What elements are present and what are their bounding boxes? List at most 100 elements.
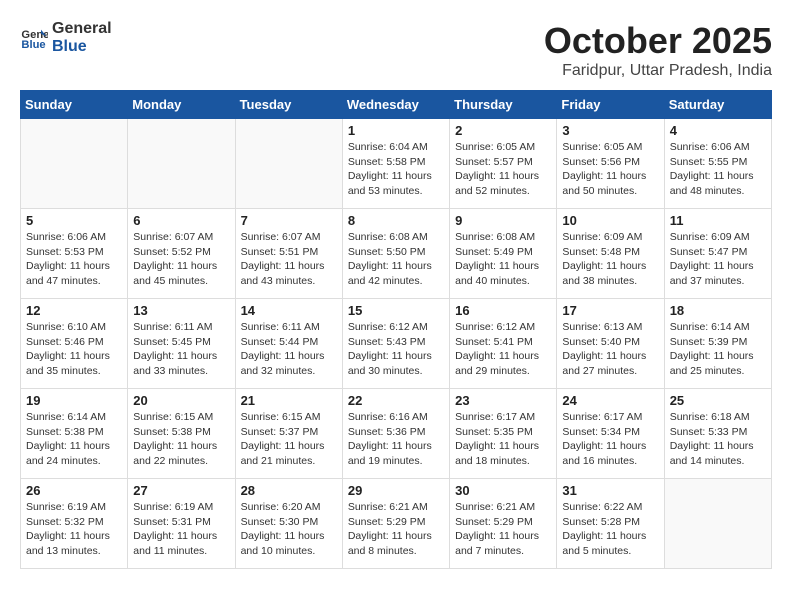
day-number: 20 [133, 393, 229, 408]
calendar-cell [235, 119, 342, 209]
day-number: 2 [455, 123, 551, 138]
day-of-week-header: Monday [128, 91, 235, 119]
day-number: 31 [562, 483, 658, 498]
day-number: 10 [562, 213, 658, 228]
day-info: Sunrise: 6:19 AMSunset: 5:32 PMDaylight:… [26, 500, 122, 559]
day-info: Sunrise: 6:10 AMSunset: 5:46 PMDaylight:… [26, 320, 122, 379]
calendar-cell: 17 Sunrise: 6:13 AMSunset: 5:40 PMDayligh… [557, 299, 664, 389]
day-number: 24 [562, 393, 658, 408]
logo-general-text: General [52, 20, 112, 38]
day-of-week-header: Tuesday [235, 91, 342, 119]
day-number: 27 [133, 483, 229, 498]
day-info: Sunrise: 6:04 AMSunset: 5:58 PMDaylight:… [348, 140, 444, 199]
day-info: Sunrise: 6:21 AMSunset: 5:29 PMDaylight:… [455, 500, 551, 559]
calendar-cell: 26 Sunrise: 6:19 AMSunset: 5:32 PMDayligh… [21, 479, 128, 569]
day-number: 6 [133, 213, 229, 228]
day-info: Sunrise: 6:05 AMSunset: 5:57 PMDaylight:… [455, 140, 551, 199]
day-number: 9 [455, 213, 551, 228]
day-info: Sunrise: 6:06 AMSunset: 5:55 PMDaylight:… [670, 140, 766, 199]
calendar-cell: 13 Sunrise: 6:11 AMSunset: 5:45 PMDayligh… [128, 299, 235, 389]
day-number: 16 [455, 303, 551, 318]
logo: General Blue General Blue [20, 20, 112, 55]
day-number: 26 [26, 483, 122, 498]
week-row: 1Sunrise: 6:04 AMSunset: 5:58 PMDaylight… [21, 119, 772, 209]
svg-text:Blue: Blue [21, 38, 45, 50]
calendar-cell: 4 Sunrise: 6:06 AMSunset: 5:55 PMDaylight… [664, 119, 771, 209]
logo-icon: General Blue [20, 24, 48, 52]
day-info: Sunrise: 6:07 AMSunset: 5:51 PMDaylight:… [241, 230, 337, 289]
day-info: Sunrise: 6:13 AMSunset: 5:40 PMDaylight:… [562, 320, 658, 379]
day-number: 17 [562, 303, 658, 318]
day-info: Sunrise: 6:16 AMSunset: 5:36 PMDaylight:… [348, 410, 444, 469]
calendar-cell: 8Sunrise: 6:08 AMSunset: 5:50 PMDaylight… [342, 209, 449, 299]
calendar-cell: 25 Sunrise: 6:18 AMSunset: 5:33 PMDayligh… [664, 389, 771, 479]
day-info: Sunrise: 6:20 AMSunset: 5:30 PMDaylight:… [241, 500, 337, 559]
calendar-cell: 14Sunrise: 6:11 AMSunset: 5:44 PMDayligh… [235, 299, 342, 389]
day-of-week-header: Sunday [21, 91, 128, 119]
day-info: Sunrise: 6:21 AMSunset: 5:29 PMDaylight:… [348, 500, 444, 559]
calendar-cell [21, 119, 128, 209]
calendar-cell: 16 Sunrise: 6:12 AMSunset: 5:41 PMDayligh… [450, 299, 557, 389]
calendar-cell: 11 Sunrise: 6:09 AMSunset: 5:47 PMDayligh… [664, 209, 771, 299]
day-number: 4 [670, 123, 766, 138]
calendar-cell: 1Sunrise: 6:04 AMSunset: 5:58 PMDaylight… [342, 119, 449, 209]
day-number: 30 [455, 483, 551, 498]
day-of-week-header: Thursday [450, 91, 557, 119]
calendar-cell: 23Sunrise: 6:17 AMSunset: 5:35 PMDayligh… [450, 389, 557, 479]
day-number: 18 [670, 303, 766, 318]
day-number: 7 [241, 213, 337, 228]
calendar-cell: 28 Sunrise: 6:20 AMSunset: 5:30 PMDayligh… [235, 479, 342, 569]
calendar-title: October 2025 [544, 20, 772, 62]
week-row: 12 Sunrise: 6:10 AMSunset: 5:46 PMDayligh… [21, 299, 772, 389]
calendar-cell: 30 Sunrise: 6:21 AMSunset: 5:29 PMDayligh… [450, 479, 557, 569]
day-info: Sunrise: 6:15 AMSunset: 5:38 PMDaylight:… [133, 410, 229, 469]
day-info: Sunrise: 6:12 AMSunset: 5:43 PMDaylight:… [348, 320, 444, 379]
calendar-cell: 27 Sunrise: 6:19 AMSunset: 5:31 PMDayligh… [128, 479, 235, 569]
calendar-cell: 9Sunrise: 6:08 AMSunset: 5:49 PMDaylight… [450, 209, 557, 299]
day-info: Sunrise: 6:14 AMSunset: 5:39 PMDaylight:… [670, 320, 766, 379]
day-info: Sunrise: 6:08 AMSunset: 5:50 PMDaylight:… [348, 230, 444, 289]
calendar-cell: 7 Sunrise: 6:07 AMSunset: 5:51 PMDaylight… [235, 209, 342, 299]
day-info: Sunrise: 6:14 AMSunset: 5:38 PMDaylight:… [26, 410, 122, 469]
day-info: Sunrise: 6:09 AMSunset: 5:47 PMDaylight:… [670, 230, 766, 289]
calendar-cell: 12 Sunrise: 6:10 AMSunset: 5:46 PMDayligh… [21, 299, 128, 389]
day-info: Sunrise: 6:09 AMSunset: 5:48 PMDaylight:… [562, 230, 658, 289]
day-number: 23 [455, 393, 551, 408]
day-info: Sunrise: 6:15 AMSunset: 5:37 PMDaylight:… [241, 410, 337, 469]
day-info: Sunrise: 6:12 AMSunset: 5:41 PMDaylight:… [455, 320, 551, 379]
calendar-header-row: SundayMondayTuesdayWednesdayThursdayFrid… [21, 91, 772, 119]
calendar-cell: 18 Sunrise: 6:14 AMSunset: 5:39 PMDayligh… [664, 299, 771, 389]
day-info: Sunrise: 6:19 AMSunset: 5:31 PMDaylight:… [133, 500, 229, 559]
day-info: Sunrise: 6:18 AMSunset: 5:33 PMDaylight:… [670, 410, 766, 469]
calendar-cell: 2 Sunrise: 6:05 AMSunset: 5:57 PMDaylight… [450, 119, 557, 209]
day-info: Sunrise: 6:11 AMSunset: 5:44 PMDaylight:… [241, 320, 337, 379]
day-number: 28 [241, 483, 337, 498]
day-number: 13 [133, 303, 229, 318]
day-number: 11 [670, 213, 766, 228]
week-row: 19 Sunrise: 6:14 AMSunset: 5:38 PMDayligh… [21, 389, 772, 479]
day-info: Sunrise: 6:07 AMSunset: 5:52 PMDaylight:… [133, 230, 229, 289]
day-number: 12 [26, 303, 122, 318]
calendar-cell: 31Sunrise: 6:22 AMSunset: 5:28 PMDayligh… [557, 479, 664, 569]
calendar-cell: 29 Sunrise: 6:21 AMSunset: 5:29 PMDayligh… [342, 479, 449, 569]
day-info: Sunrise: 6:05 AMSunset: 5:56 PMDaylight:… [562, 140, 658, 199]
day-number: 29 [348, 483, 444, 498]
day-number: 21 [241, 393, 337, 408]
calendar-subtitle: Faridpur, Uttar Pradesh, India [544, 62, 772, 80]
calendar-cell: 19 Sunrise: 6:14 AMSunset: 5:38 PMDayligh… [21, 389, 128, 479]
week-row: 26 Sunrise: 6:19 AMSunset: 5:32 PMDayligh… [21, 479, 772, 569]
calendar-cell: 15Sunrise: 6:12 AMSunset: 5:43 PMDayligh… [342, 299, 449, 389]
day-info: Sunrise: 6:17 AMSunset: 5:34 PMDaylight:… [562, 410, 658, 469]
logo-blue-text: Blue [52, 38, 112, 56]
calendar-cell: 21 Sunrise: 6:15 AMSunset: 5:37 PMDayligh… [235, 389, 342, 479]
calendar-cell [664, 479, 771, 569]
calendar-cell: 22Sunrise: 6:16 AMSunset: 5:36 PMDayligh… [342, 389, 449, 479]
day-info: Sunrise: 6:11 AMSunset: 5:45 PMDaylight:… [133, 320, 229, 379]
calendar-cell: 5Sunrise: 6:06 AMSunset: 5:53 PMDaylight… [21, 209, 128, 299]
day-number: 25 [670, 393, 766, 408]
calendar-cell [128, 119, 235, 209]
day-number: 19 [26, 393, 122, 408]
day-number: 5 [26, 213, 122, 228]
calendar-cell: 24 Sunrise: 6:17 AMSunset: 5:34 PMDayligh… [557, 389, 664, 479]
week-row: 5Sunrise: 6:06 AMSunset: 5:53 PMDaylight… [21, 209, 772, 299]
